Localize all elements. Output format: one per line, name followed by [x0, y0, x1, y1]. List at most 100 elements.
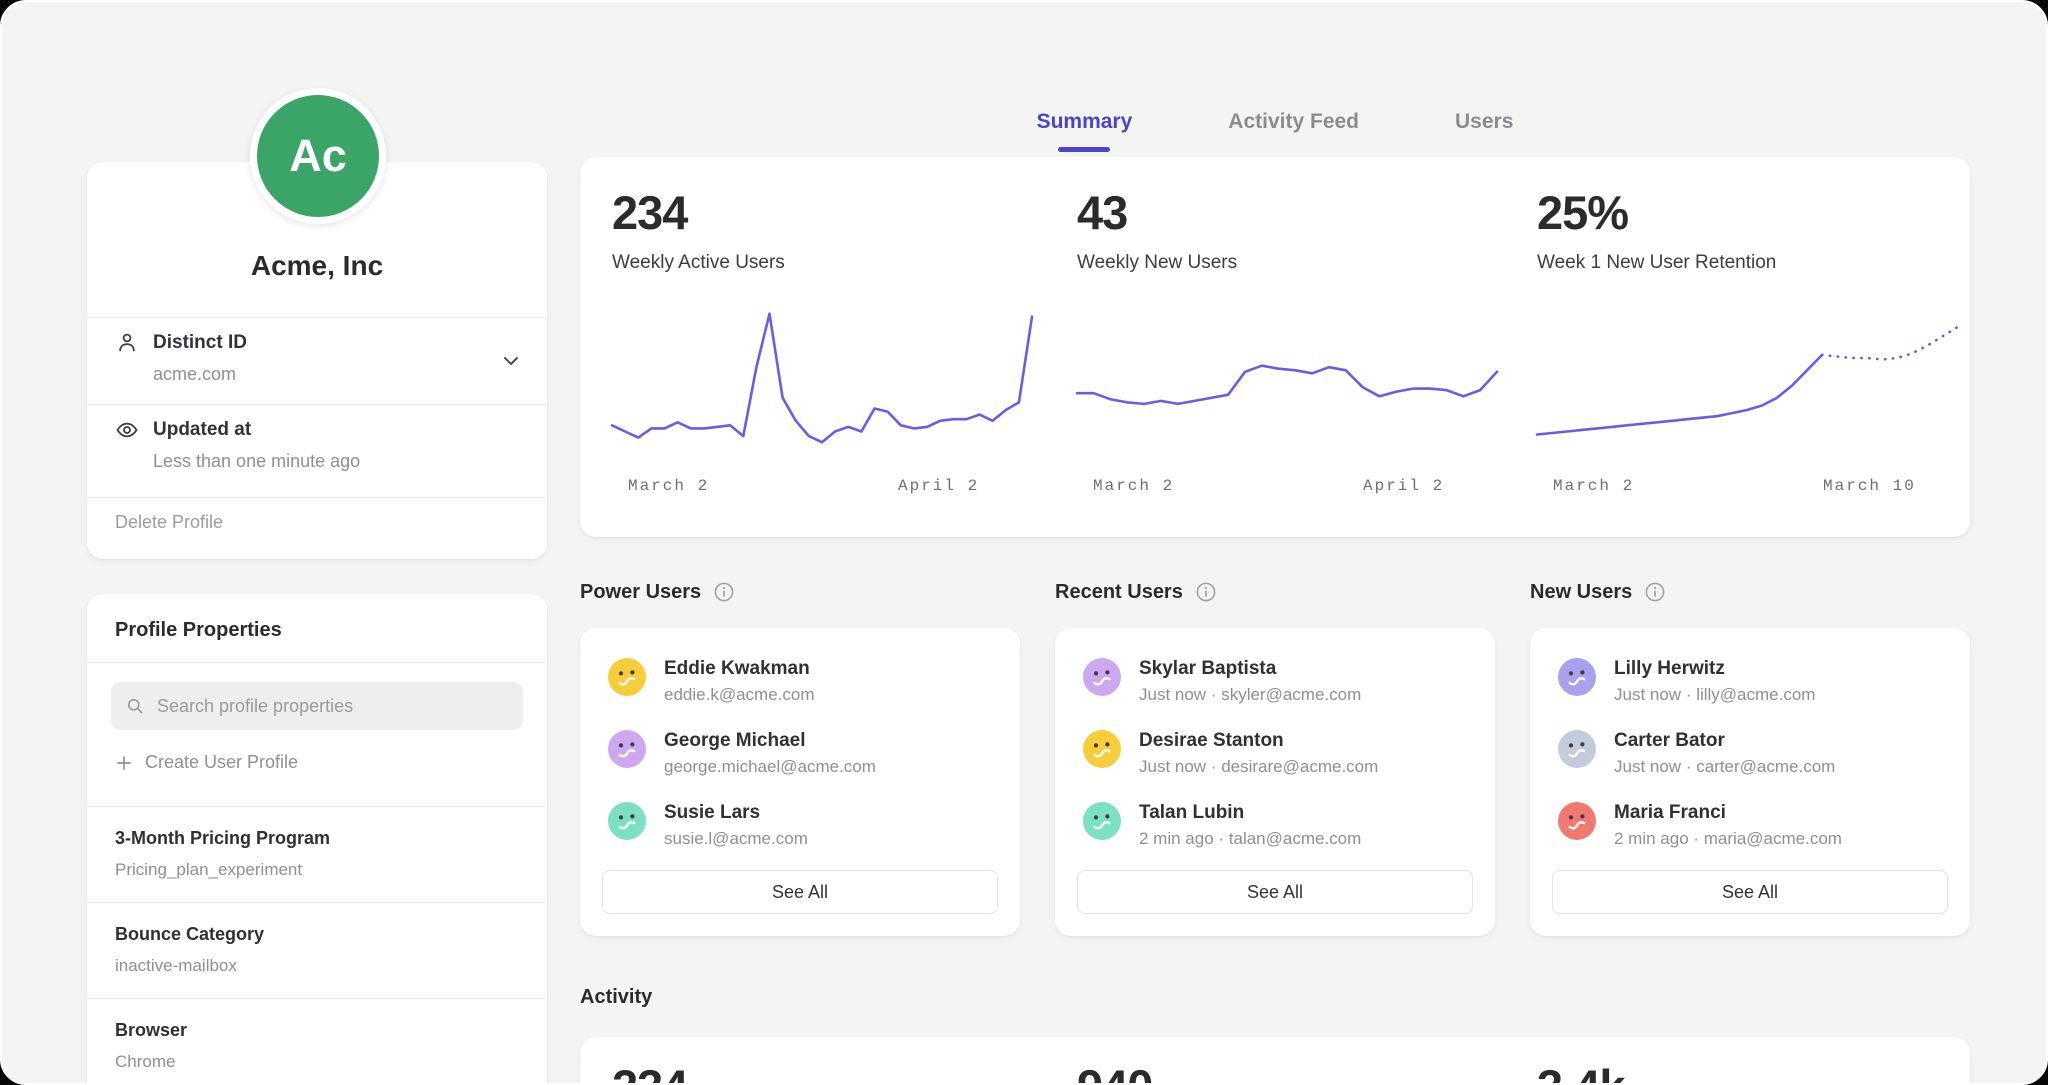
x-axis-ticks: March 2 March 10	[1537, 477, 1957, 497]
user-subtitle: susie.l@acme.com	[664, 829, 808, 849]
create-user-profile-button[interactable]: Create User Profile	[115, 752, 298, 773]
search-icon	[125, 696, 145, 716]
distinct-id-value: acme.com	[153, 364, 236, 385]
see-all-button[interactable]: See All	[602, 870, 998, 914]
property-name: Browser	[115, 1020, 187, 1041]
stat-week1-retention: 25% Week 1 New User Retention March 2 Ma…	[1537, 189, 1957, 274]
user-subtitle: george.michael@acme.com	[664, 757, 876, 777]
stat-label: Weekly New Users	[1077, 252, 1497, 274]
user-subtitle: Just now · desirare@acme.com	[1139, 757, 1378, 777]
section-header: Recent Users	[1055, 580, 1495, 604]
property-item[interactable]: Browser Chrome	[87, 998, 547, 1085]
x-axis-ticks: March 2 April 2	[1077, 477, 1497, 497]
face-icon	[1558, 802, 1596, 840]
search-box	[111, 682, 523, 730]
profile-properties-title: Profile Properties	[87, 594, 547, 642]
info-icon[interactable]	[1195, 581, 1217, 603]
property-value: Chrome	[115, 1052, 175, 1072]
updated-at-value: Less than one minute ago	[153, 451, 360, 472]
list-item[interactable]: Talan Lubin 2 min ago · talan@acme.com	[1083, 802, 1467, 849]
user-name: Skylar Baptista	[1139, 658, 1361, 680]
recent-users-section: Recent Users Skylar Baptista Just now · …	[1055, 580, 1495, 936]
x-tick: March 2	[1093, 477, 1174, 495]
user-name: Maria Franci	[1614, 802, 1842, 824]
stat-label: Week 1 New User Retention	[1537, 252, 1957, 274]
list-item[interactable]: George Michael george.michael@acme.com	[608, 730, 992, 777]
x-tick: March 2	[628, 477, 709, 495]
tab-activity-feed[interactable]: Activity Feed	[1228, 110, 1359, 152]
section-header: New Users	[1530, 580, 1970, 604]
info-icon[interactable]	[1644, 581, 1666, 603]
app-frame: Ac Acme, Inc Distinct ID acme.com	[0, 0, 2048, 1085]
chevron-down-icon[interactable]	[499, 349, 523, 373]
stat-value: 25%	[1537, 189, 1957, 236]
user-meta: Eddie Kwakman eddie.k@acme.com	[664, 658, 815, 705]
tab-users[interactable]: Users	[1455, 110, 1513, 152]
user-name: Desirae Stanton	[1139, 730, 1378, 752]
user-list-card: Lilly Herwitz Just now · lilly@acme.com …	[1530, 628, 1970, 936]
list-item[interactable]: Skylar Baptista Just now · skyler@acme.c…	[1083, 658, 1467, 705]
stat-weekly-active-users: 234 Weekly Active Users March 2 April 2	[612, 189, 1032, 274]
updated-at-row: Updated at Less than one minute ago	[87, 404, 547, 497]
org-avatar: Ac	[250, 88, 386, 224]
x-tick: April 2	[898, 477, 979, 495]
face-icon	[1083, 658, 1121, 696]
property-name: Bounce Category	[115, 924, 264, 945]
updated-at-label: Updated at	[153, 419, 251, 441]
face-icon	[1083, 730, 1121, 768]
list-item[interactable]: Susie Lars susie.l@acme.com	[608, 802, 992, 849]
user-subtitle: 2 min ago · maria@acme.com	[1614, 829, 1842, 849]
activity-stat: 234	[612, 1059, 687, 1085]
profile-properties-card: Profile Properties Create User Profile 3…	[87, 594, 547, 1085]
x-tick: March 10	[1823, 477, 1916, 495]
section-title: Recent Users	[1055, 581, 1183, 604]
avatar	[1083, 802, 1121, 840]
user-meta: Maria Franci 2 min ago · maria@acme.com	[1614, 802, 1842, 849]
divider	[87, 497, 547, 498]
section-title: Power Users	[580, 581, 701, 604]
distinct-id-row: Distinct ID acme.com	[87, 317, 547, 404]
list-item[interactable]: Maria Franci 2 min ago · maria@acme.com	[1558, 802, 1942, 849]
info-icon[interactable]	[713, 581, 735, 603]
avatar	[608, 730, 646, 768]
user-name: Carter Bator	[1614, 730, 1835, 752]
x-axis-ticks: March 2 April 2	[612, 477, 1032, 497]
property-item[interactable]: 3-Month Pricing Program Pricing_plan_exp…	[87, 806, 547, 902]
tab-summary[interactable]: Summary	[1037, 110, 1133, 152]
search-input[interactable]	[155, 695, 509, 718]
org-avatar-initials: Ac	[289, 130, 347, 182]
plus-icon	[115, 754, 133, 772]
user-name: Lilly Herwitz	[1614, 658, 1815, 680]
user-list-card: Skylar Baptista Just now · skyler@acme.c…	[1055, 628, 1495, 936]
divider	[87, 662, 547, 663]
avatar	[1558, 658, 1596, 696]
avatar	[1083, 658, 1121, 696]
face-icon	[1558, 658, 1596, 696]
see-all-button[interactable]: See All	[1552, 870, 1948, 914]
user-list-card: Eddie Kwakman eddie.k@acme.com George Mi…	[580, 628, 1020, 936]
property-item[interactable]: Bounce Category inactive-mailbox	[87, 902, 547, 998]
power-users-section: Power Users Eddie Kwakman eddie.k@acme.c…	[580, 580, 1020, 936]
eye-icon	[115, 418, 139, 442]
activity-stat: 940	[1077, 1059, 1152, 1085]
user-meta: Carter Bator Just now · carter@acme.com	[1614, 730, 1835, 777]
delete-profile-button[interactable]: Delete Profile	[115, 512, 223, 533]
list-item[interactable]: Carter Bator Just now · carter@acme.com	[1558, 730, 1942, 777]
user-subtitle: Just now · skyler@acme.com	[1139, 685, 1361, 705]
list-item[interactable]: Eddie Kwakman eddie.k@acme.com	[608, 658, 992, 705]
stat-weekly-new-users: 43 Weekly New Users March 2 April 2	[1077, 189, 1497, 274]
user-meta: Skylar Baptista Just now · skyler@acme.c…	[1139, 658, 1361, 705]
user-meta: Susie Lars susie.l@acme.com	[664, 802, 808, 849]
x-tick: March 2	[1553, 477, 1634, 495]
list-item[interactable]: Lilly Herwitz Just now · lilly@acme.com	[1558, 658, 1942, 705]
see-all-button[interactable]: See All	[1077, 870, 1473, 914]
face-icon	[1083, 802, 1121, 840]
user-name: Susie Lars	[664, 802, 808, 824]
avatar	[608, 658, 646, 696]
week1-retention-chart	[1537, 299, 1957, 464]
avatar	[1558, 730, 1596, 768]
tab-bar: Summary Activity Feed Users	[580, 110, 1970, 152]
list-item[interactable]: Desirae Stanton Just now · desirare@acme…	[1083, 730, 1467, 777]
weekly-active-users-chart	[612, 299, 1032, 464]
create-user-profile-label: Create User Profile	[145, 752, 298, 773]
